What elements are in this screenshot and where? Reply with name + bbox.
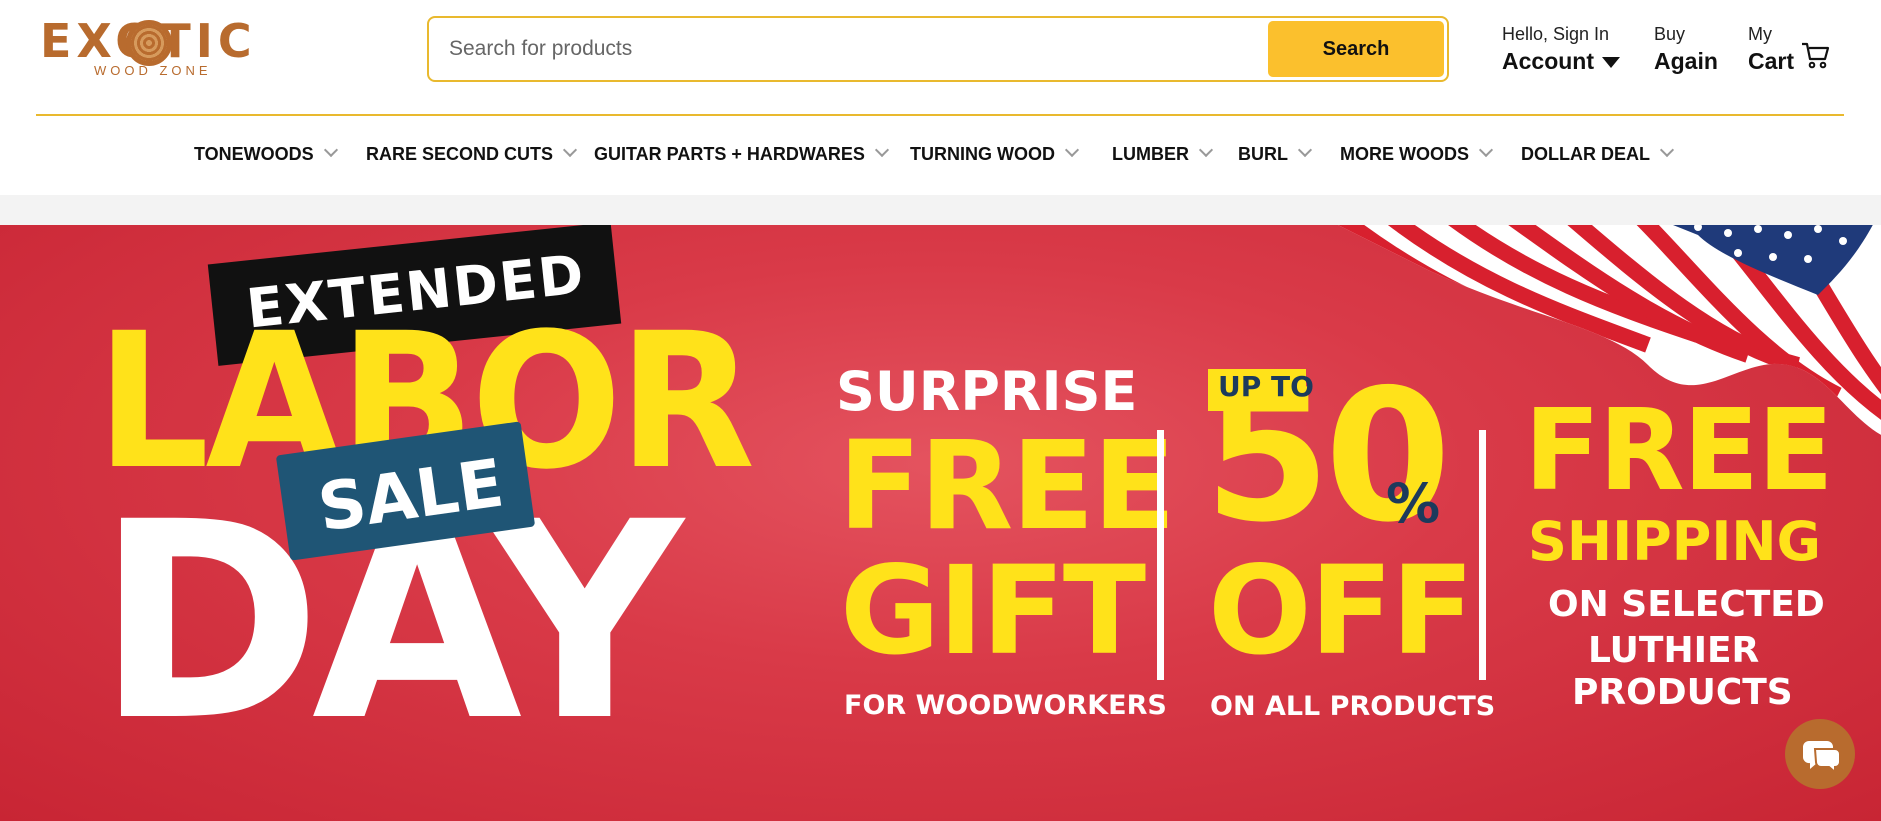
chevron-down-icon [323,142,338,158]
exotic-wood-zone-logo[interactable]: EXOTIC WOOD ZONE [40,18,255,80]
chevron-down-icon [1297,142,1313,158]
search-bar: Search [427,16,1449,82]
chevron-down-icon [1478,142,1494,158]
wood-ring-icon [126,20,172,66]
nav-item-dollar-deal[interactable]: DOLLAR DEAL [1521,142,1675,165]
cart-label: Cart [1748,48,1795,74]
spacer-band [0,195,1881,225]
account-label: Account [1502,46,1620,76]
banner-percent: % [1386,472,1441,535]
labor-day-sale-banner[interactable]: EXTENDED LABOR DAY SALE SURPRISE FREE GI… [0,225,1881,821]
banner-off: OFF [1208,540,1474,682]
account-menu[interactable]: Hello, Sign In Account [1502,22,1620,76]
caret-down-icon [1602,57,1620,69]
buy-again-link[interactable]: Buy Again [1654,22,1718,76]
banner-divider [1157,430,1164,680]
search-input[interactable] [449,30,1269,68]
cart-link[interactable]: My Cart [1748,22,1794,76]
category-nav: TONEWOODS RARE SECOND CUTS GUITAR PARTS … [0,116,1881,195]
logo-tagline: WOOD ZONE [94,63,212,78]
banner-free-gift-1: FREE [838,415,1176,557]
account-greeting: Hello, Sign In [1502,24,1610,44]
banner-products: PRODUCTS [1572,672,1793,713]
site-header: EXOTIC WOOD ZONE Search Hello, Sign In A… [0,0,1881,114]
chevron-down-icon [1064,142,1080,158]
nav-item-tonewoods[interactable]: TONEWOODS [194,142,338,165]
chevron-down-icon [562,142,578,158]
chat-bubble-icon [1802,741,1841,775]
banner-on-all-products: ON ALL PRODUCTS [1210,691,1496,722]
shopping-cart-icon[interactable] [1800,40,1830,70]
nav-item-rare-second-cuts[interactable]: RARE SECOND CUTS [366,142,578,165]
banner-luthier: LUTHIER [1588,630,1760,671]
buy-again-label: Again [1654,48,1718,74]
nav-item-more-woods[interactable]: MORE WOODS [1340,142,1494,165]
nav-item-guitar-parts[interactable]: GUITAR PARTS + HARDWARES [594,142,889,165]
chevron-down-icon [874,142,889,158]
cart-small: My [1748,24,1772,44]
chevron-down-icon [1659,142,1675,158]
banner-free-gift-2: GIFT [840,540,1146,682]
banner-on-selected: ON SELECTED [1548,584,1825,625]
banner-free-shipping-1: FREE [1524,386,1834,516]
chat-button[interactable] [1785,719,1855,789]
banner-free-shipping-2: SHIPPING [1528,510,1821,573]
banner-divider [1479,430,1486,680]
buy-again-small: Buy [1654,24,1686,44]
search-button[interactable]: Search [1268,21,1444,77]
nav-item-turning-wood[interactable]: TURNING WOOD [910,142,1080,165]
chevron-down-icon [1198,142,1214,158]
banner-up-to: UP TO [1218,370,1314,403]
nav-item-lumber[interactable]: LUMBER [1112,142,1214,165]
banner-for-woodworkers: FOR WOODWORKERS [844,690,1167,721]
banner-surprise: SURPRISE [836,360,1138,423]
nav-item-burl[interactable]: BURL [1238,142,1313,165]
